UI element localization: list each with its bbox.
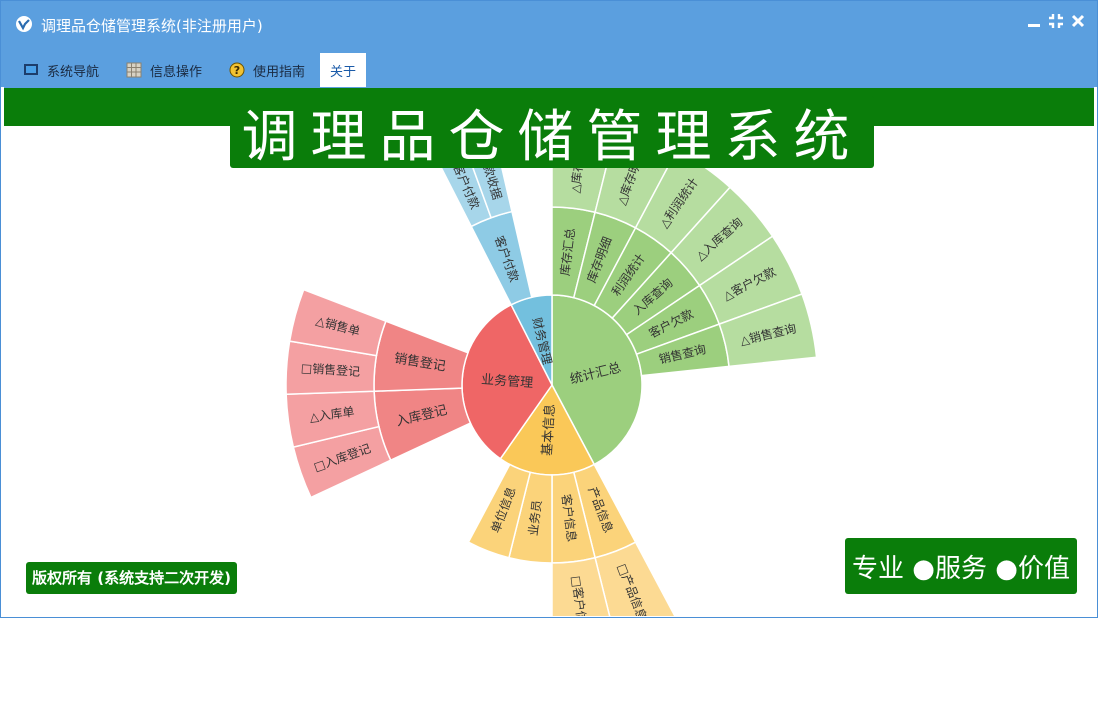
close-icon[interactable]	[1069, 13, 1087, 33]
menu-item-label: 系统导航	[47, 64, 100, 80]
menu-bar: 系统导航 信息操作 ? 使用指南 关于	[1, 47, 1097, 87]
help-icon: ?	[229, 62, 245, 78]
menu-item-system-navigation[interactable]: 系统导航	[23, 53, 99, 87]
menu-item-label: 使用指南	[253, 64, 306, 80]
minimize-icon[interactable]	[1025, 13, 1043, 33]
copyright-badge: 版权所有 (系统支持二次开发)	[26, 562, 237, 594]
app-logo-icon	[16, 16, 32, 32]
sunburst-segment-payment[interactable]: 客户付款	[470, 210, 533, 306]
menu-item-about[interactable]: 关于	[320, 53, 367, 87]
menu-item-label: 关于	[330, 64, 357, 80]
svg-text:?: ?	[234, 64, 240, 77]
sunburst-segment-sales[interactable]: 销售登记	[373, 320, 469, 392]
slogan-badge: 专业 ●服务 ●价值	[845, 538, 1077, 594]
sunburst-segment-stock-in[interactable]: 入库登记	[373, 387, 472, 462]
banner-title: 调理品仓储管理系统	[230, 96, 874, 170]
grid-icon	[126, 62, 142, 78]
main-content: 统计汇总 基本信息 业务管理 财务管理 库存汇总 库存明细 利润统计 入库查询 客户欠款 销售查询…	[4, 87, 1094, 616]
menu-item-label: 信息操作	[150, 64, 203, 80]
menu-item-user-guide[interactable]: ? 使用指南	[229, 53, 305, 87]
sunburst-label: 基本信息	[539, 403, 558, 456]
menu-item-info-operation[interactable]: 信息操作	[126, 53, 202, 87]
title-bar[interactable]: 调理品仓储管理系统(非注册用户)	[1, 1, 1097, 47]
app-window: 调理品仓储管理系统(非注册用户) 系统导航 信息操作 ? 使用指南 关于 统计汇…	[0, 0, 1098, 618]
monitor-icon	[24, 64, 38, 75]
window-title: 调理品仓储管理系统(非注册用户)	[41, 17, 263, 35]
restore-icon[interactable]	[1047, 13, 1065, 33]
